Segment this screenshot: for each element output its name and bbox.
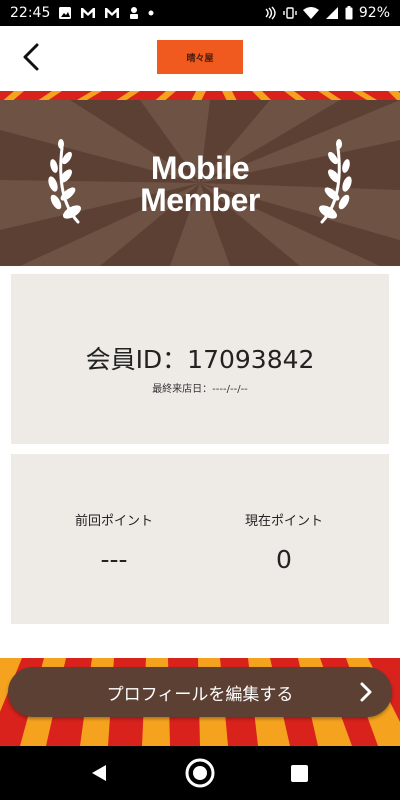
gmail-icon xyxy=(80,7,96,19)
logo-text: 晴々屋 xyxy=(186,53,214,64)
current-points: 現在ポイント 0 xyxy=(199,510,369,574)
nfc-icon xyxy=(263,6,277,20)
current-points-value: 0 xyxy=(276,545,292,574)
nav-home-icon[interactable] xyxy=(184,757,216,789)
status-time: 22:45 xyxy=(10,5,51,21)
battery-icon xyxy=(345,6,353,20)
status-bar: 22:45 92% xyxy=(0,0,400,26)
member-id: 会員ID：17093842 xyxy=(85,345,315,374)
app-icon xyxy=(128,6,140,20)
nav-back-icon[interactable] xyxy=(88,762,110,784)
previous-points-label: 前回ポイント xyxy=(74,514,153,529)
image-icon xyxy=(58,6,72,20)
previous-points: 前回ポイント --- xyxy=(29,510,199,574)
points-card: 前回ポイント --- 現在ポイント 0 xyxy=(11,454,389,624)
previous-points-value: --- xyxy=(100,545,128,574)
gmail-icon xyxy=(104,7,120,19)
signal-icon xyxy=(325,6,339,20)
back-button[interactable] xyxy=(14,40,48,74)
last-visit-date: 最終来店日：----/--/-- xyxy=(152,384,248,395)
brand-logo: 晴々屋 xyxy=(157,40,243,74)
vibrate-icon xyxy=(283,6,297,20)
current-points-label: 現在ポイント xyxy=(244,514,323,529)
member-id-card: 会員ID：17093842 最終来店日：----/--/-- xyxy=(11,274,389,444)
battery-level: 92% xyxy=(358,5,390,21)
decorative-stripes-top xyxy=(0,88,400,100)
app-header: 晴々屋 xyxy=(0,26,400,88)
dot-icon xyxy=(148,10,154,16)
mobile-member-banner: Mobile Member xyxy=(0,100,400,266)
system-nav-bar xyxy=(0,746,400,800)
wifi-icon xyxy=(302,6,319,20)
laurel-right-icon xyxy=(318,139,352,224)
edit-profile-label: プロフィールを編集する xyxy=(106,684,294,705)
chevron-left-icon xyxy=(23,43,39,71)
edit-profile-button[interactable]: プロフィールを編集する xyxy=(8,667,392,717)
nav-recents-icon[interactable] xyxy=(291,765,308,782)
chevron-right-icon xyxy=(360,682,372,702)
